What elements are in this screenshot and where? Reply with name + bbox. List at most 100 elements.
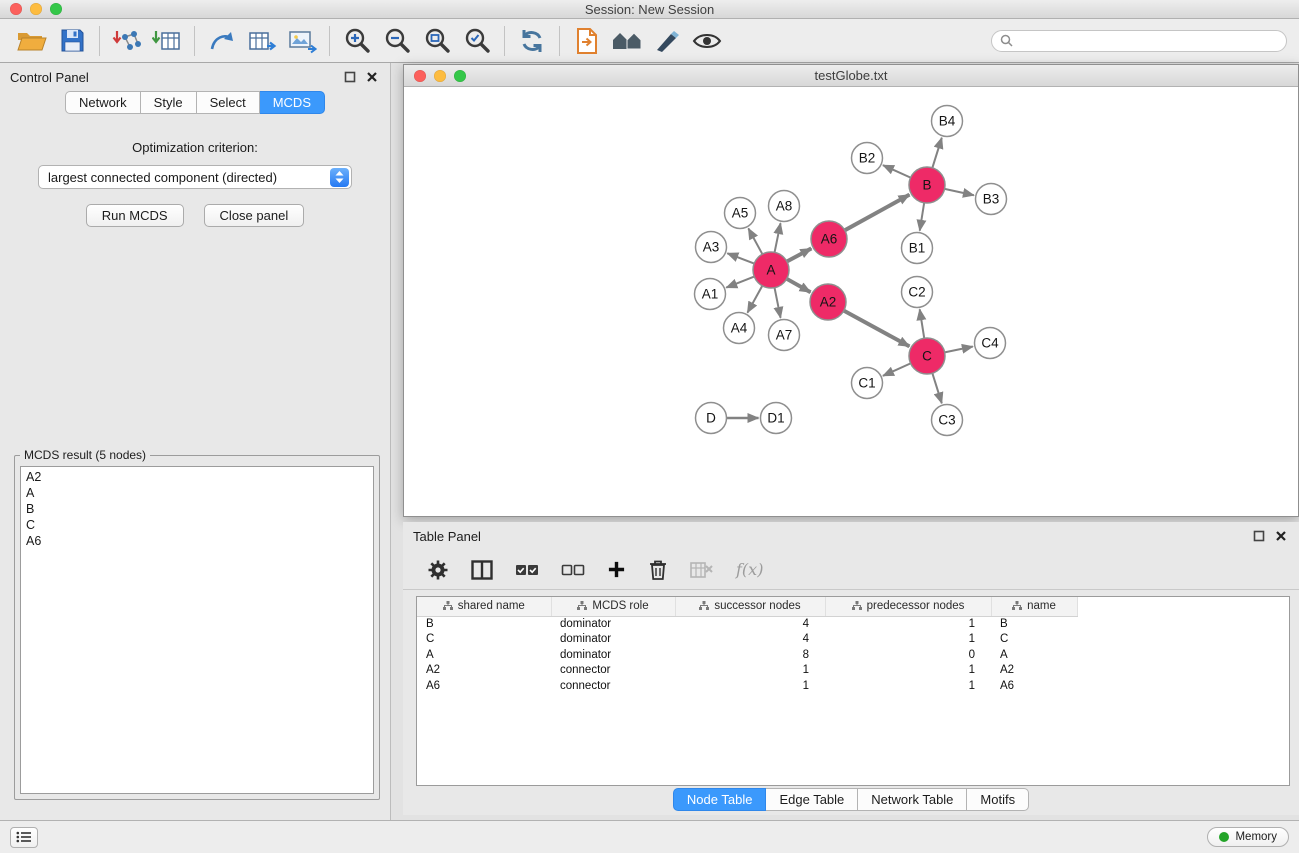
graph-edge-A-A7[interactable]	[775, 288, 781, 318]
delete-column-button[interactable]	[648, 559, 668, 581]
graph-node-A5[interactable]: A5	[725, 198, 756, 229]
table-settings-button[interactable]	[427, 559, 449, 581]
status-menu-button[interactable]	[10, 827, 38, 848]
node-table-container[interactable]: shared nameMCDS rolesuccessor nodesprede…	[416, 596, 1290, 786]
graph-node-B[interactable]: B	[909, 167, 945, 203]
table-row[interactable]: A6connector11A6	[417, 679, 1289, 695]
graph-edge-A6-B[interactable]	[845, 195, 910, 231]
select-all-columns-button[interactable]	[515, 563, 539, 577]
graph-edge-B-B3[interactable]	[945, 189, 974, 195]
memory-button[interactable]: Memory	[1207, 827, 1289, 847]
graph-node-C3[interactable]: C3	[932, 405, 963, 436]
column-header-mcds-role[interactable]: MCDS role	[551, 597, 675, 616]
graph-edge-A-A1[interactable]	[726, 277, 754, 288]
graph-edge-C-C1[interactable]	[883, 363, 911, 375]
home-button[interactable]	[607, 24, 647, 58]
graph-edge-A-A5[interactable]	[748, 228, 762, 254]
graph-node-A8[interactable]: A8	[769, 191, 800, 222]
graph-node-C2[interactable]: C2	[902, 277, 933, 308]
close-table-panel-button[interactable]	[1273, 528, 1289, 544]
network-canvas[interactable]: A A6 A2 B C A5 A8 A3 A1A4 A7 B1 B2 B3 B4 C1 C2 C3 C4 D D1	[404, 87, 1298, 516]
graph-edge-A-A3[interactable]	[727, 253, 754, 263]
table-row[interactable]: Adominator80A	[417, 648, 1289, 664]
table-row[interactable]: A2connector11A2	[417, 663, 1289, 679]
close-network-window-button[interactable]	[414, 70, 426, 82]
apply-layout-button[interactable]	[512, 24, 552, 58]
graph-node-A3[interactable]: A3	[696, 232, 727, 263]
graph-node-A[interactable]: A	[753, 252, 789, 288]
network-graph[interactable]: A A6 A2 B C A5 A8 A3 A1A4 A7 B1 B2 B3 B4 C1 C2 C3 C4 D D1	[404, 87, 1298, 516]
graph-node-B1[interactable]: B1	[902, 233, 933, 264]
run-mcds-button[interactable]: Run MCDS	[86, 204, 184, 227]
graph-node-B2[interactable]: B2	[852, 143, 883, 174]
tab-select[interactable]: Select	[197, 91, 260, 114]
search-box[interactable]	[991, 30, 1287, 52]
apply-style-button[interactable]	[647, 24, 687, 58]
table-row[interactable]: Cdominator41C	[417, 632, 1289, 648]
zoom-out-button[interactable]	[377, 24, 417, 58]
column-header-successor-nodes[interactable]: successor nodes	[675, 597, 825, 616]
graph-edge-B-B4[interactable]	[932, 138, 941, 168]
zoom-fit-button[interactable]	[417, 24, 457, 58]
graph-node-A6[interactable]: A6	[811, 221, 847, 257]
graph-node-A1[interactable]: A1	[695, 279, 726, 310]
zoom-in-button[interactable]	[337, 24, 377, 58]
minimize-window-button[interactable]	[30, 3, 42, 15]
minimize-network-window-button[interactable]	[434, 70, 446, 82]
column-header-name[interactable]: name	[991, 597, 1077, 616]
close-window-button[interactable]	[10, 3, 22, 15]
export-image-button[interactable]	[282, 24, 322, 58]
float-table-panel-button[interactable]	[1251, 528, 1267, 544]
import-network-button[interactable]	[107, 24, 147, 58]
close-panel-button[interactable]	[364, 69, 380, 85]
tab-network[interactable]: Network	[65, 91, 141, 114]
tab-node-table[interactable]: Node Table	[673, 788, 767, 811]
open-folder-button[interactable]	[12, 24, 52, 58]
graph-node-A2[interactable]: A2	[810, 284, 846, 320]
graph-node-C[interactable]: C	[909, 338, 945, 374]
tab-motifs[interactable]: Motifs	[967, 788, 1029, 811]
mcds-result-list[interactable]: A2ABCA6	[20, 466, 374, 794]
show-graphics-details-button[interactable]	[687, 24, 727, 58]
graph-edge-C-C4[interactable]	[945, 347, 973, 353]
search-input[interactable]	[1018, 34, 1278, 48]
graph-node-B4[interactable]: B4	[932, 106, 963, 137]
create-column-button[interactable]	[607, 560, 626, 579]
deselect-all-columns-button[interactable]	[561, 563, 585, 577]
tab-edge-table[interactable]: Edge Table	[766, 788, 858, 811]
graph-edge-A2-C[interactable]	[844, 311, 910, 347]
show-columns-button[interactable]	[471, 560, 493, 580]
tab-network-table[interactable]: Network Table	[858, 788, 967, 811]
zoom-network-window-button[interactable]	[454, 70, 466, 82]
graph-edge-B-B1[interactable]	[920, 203, 924, 231]
column-header-predecessor-nodes[interactable]: predecessor nodes	[825, 597, 991, 616]
graph-edge-C-C2[interactable]	[920, 309, 925, 338]
network-from-selection-button[interactable]	[202, 24, 242, 58]
save-session-button[interactable]	[52, 24, 92, 58]
tab-mcds[interactable]: MCDS	[260, 91, 325, 114]
graph-edge-A-A4[interactable]	[747, 286, 762, 313]
graph-edge-A-A8[interactable]	[775, 223, 781, 252]
table-row[interactable]: Bdominator41B	[417, 616, 1289, 632]
graph-node-D1[interactable]: D1	[761, 403, 792, 434]
close-panel-action-button[interactable]: Close panel	[204, 204, 305, 227]
graph-edge-A-A2[interactable]	[787, 279, 811, 292]
import-table-button[interactable]	[147, 24, 187, 58]
export-table-button[interactable]	[242, 24, 282, 58]
zoom-window-button[interactable]	[50, 3, 62, 15]
graph-node-A4[interactable]: A4	[724, 313, 755, 344]
graph-node-C1[interactable]: C1	[852, 368, 883, 399]
tab-style[interactable]: Style	[141, 91, 197, 114]
graph-edge-B-B2[interactable]	[883, 165, 911, 177]
graph-node-B3[interactable]: B3	[976, 184, 1007, 215]
graph-node-C4[interactable]: C4	[975, 328, 1006, 359]
criterion-dropdown[interactable]: largest connected component (directed)	[38, 165, 352, 189]
graph-edge-C-C3[interactable]	[932, 373, 941, 403]
graph-edge-A-A6[interactable]	[787, 248, 811, 261]
graph-node-D[interactable]: D	[696, 403, 727, 434]
open-session-file-button[interactable]	[567, 24, 607, 58]
zoom-selected-button[interactable]	[457, 24, 497, 58]
float-panel-button[interactable]	[342, 69, 358, 85]
graph-node-A7[interactable]: A7	[769, 320, 800, 351]
column-header-shared-name[interactable]: shared name	[417, 597, 551, 616]
